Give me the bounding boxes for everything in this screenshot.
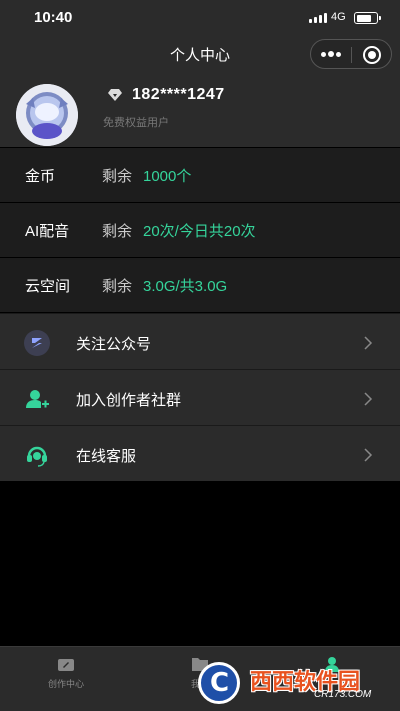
headset-icon [27,446,47,467]
signal-icon [309,13,327,23]
avatar[interactable] [16,84,78,146]
profile-header [0,72,400,147]
menu-label: 关注公众号 [76,336,152,353]
quota-value: 20次/今日共20次 [143,223,256,240]
watermark-domain: CR173.COM [314,689,372,700]
quota-row-cloud-space: 云空间 剩余 3.0G/共3.0G [0,257,400,312]
official-account-icon [24,330,50,356]
more-icon[interactable] [321,49,341,61]
quota-prefix: 剩余 [102,223,133,240]
quota-prefix: 剩余 [102,278,133,295]
battery-icon [354,12,381,24]
mini-program-capsule [310,39,392,69]
tab-label: 创作中心 [47,679,84,689]
watermark: C 西西软件园 CR173.COM [198,662,394,704]
watermark-logo: C [198,662,240,704]
user-phone: 182****1247 [132,86,225,103]
diamond-icon [108,89,122,101]
quota-name: 金币 [25,168,56,185]
menu-item-online-support[interactable]: 在线客服 [0,425,400,481]
nav-bar: 个人中心 [0,36,400,72]
quota-value: 1000个 [143,168,192,185]
quota-row-ai-voice: AI配音 剩余 20次/今日共20次 [0,202,400,257]
status-time: 10:40 [34,9,73,26]
chevron-right-icon [364,392,373,406]
add-user-icon [26,390,49,408]
quota-row-coins: 金币 剩余 1000个 [0,147,400,202]
menu-item-join-creator-group[interactable]: 加入创作者社群 [0,369,400,425]
chevron-right-icon [364,336,373,350]
tab-create-center[interactable]: 创作中心 [21,653,111,697]
quota-name: AI配音 [25,223,70,240]
user-tier: 免费权益用户 [103,117,169,129]
menu-item-follow-official-account[interactable]: 关注公众号 [0,313,400,369]
camera-icon [58,659,74,671]
close-icon[interactable] [363,46,381,64]
status-bar: 10:40 4G [0,0,400,36]
network-label: 4G [331,11,346,23]
menu-label: 加入创作者社群 [76,392,182,409]
menu-label: 在线客服 [76,448,137,465]
quota-name: 云空间 [25,278,71,295]
capsule-divider [351,47,352,63]
quota-prefix: 剩余 [102,168,133,185]
chevron-right-icon [364,448,373,462]
quota-value: 3.0G/共3.0G [143,278,228,295]
